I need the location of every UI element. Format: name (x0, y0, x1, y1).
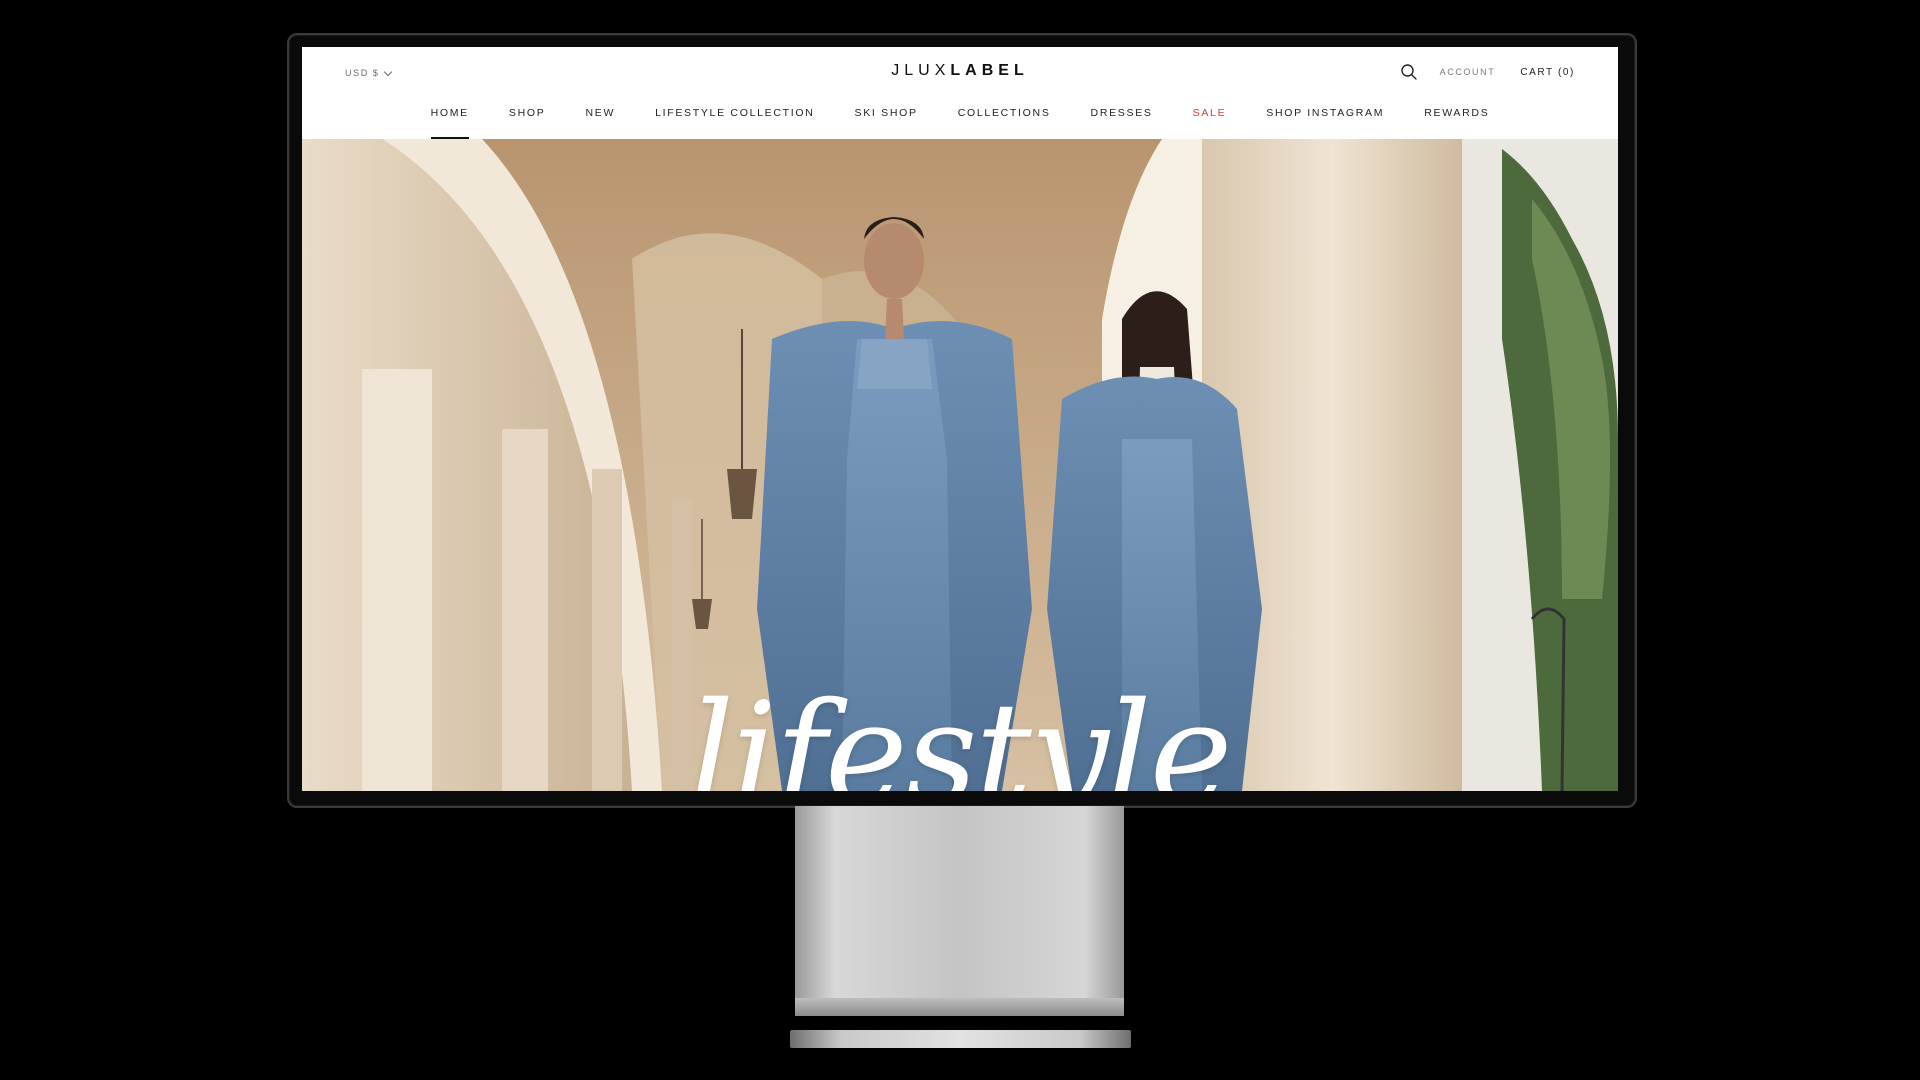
cart-link[interactable]: CART (0) (1520, 67, 1575, 78)
nav-item-home[interactable]: HOME (411, 107, 489, 139)
monitor-stand (795, 806, 1124, 1016)
logo-part-jlux: JLUX (891, 62, 951, 79)
nav-item-shop-instagram[interactable]: SHOP INSTAGRAM (1246, 107, 1404, 139)
site-header: USD $ JLUXLABEL ACCOUNT CART (0) HOME SH (302, 47, 1618, 140)
monitor-stand-base (790, 1030, 1131, 1048)
account-link[interactable]: ACCOUNT (1440, 67, 1496, 77)
logo-part-label: LABEL (950, 62, 1029, 79)
nav-item-shop[interactable]: SHOP (489, 107, 566, 139)
search-icon[interactable] (1400, 63, 1418, 81)
nav-item-dresses[interactable]: DRESSES (1071, 107, 1173, 139)
nav-item-ski-shop[interactable]: SKI SHOP (835, 107, 938, 139)
hero-title: lifestyle (689, 673, 1232, 792)
browser-viewport: USD $ JLUXLABEL ACCOUNT CART (0) HOME SH (302, 47, 1618, 791)
hero-banner[interactable]: lifestyle (302, 139, 1618, 791)
nav-item-sale[interactable]: SALE (1173, 107, 1247, 139)
header-actions: ACCOUNT CART (0) (1400, 63, 1575, 81)
device-stage: USD $ JLUXLABEL ACCOUNT CART (0) HOME SH (0, 0, 1920, 1080)
nav-item-rewards[interactable]: REWARDS (1404, 107, 1509, 139)
nav-item-new[interactable]: NEW (565, 107, 635, 139)
nav-item-collections[interactable]: COLLECTIONS (938, 107, 1071, 139)
nav-item-lifestyle-collection[interactable]: LIFESTYLE COLLECTION (635, 107, 834, 139)
main-navigation: HOME SHOP NEW LIFESTYLE COLLECTION SKI S… (302, 107, 1618, 139)
